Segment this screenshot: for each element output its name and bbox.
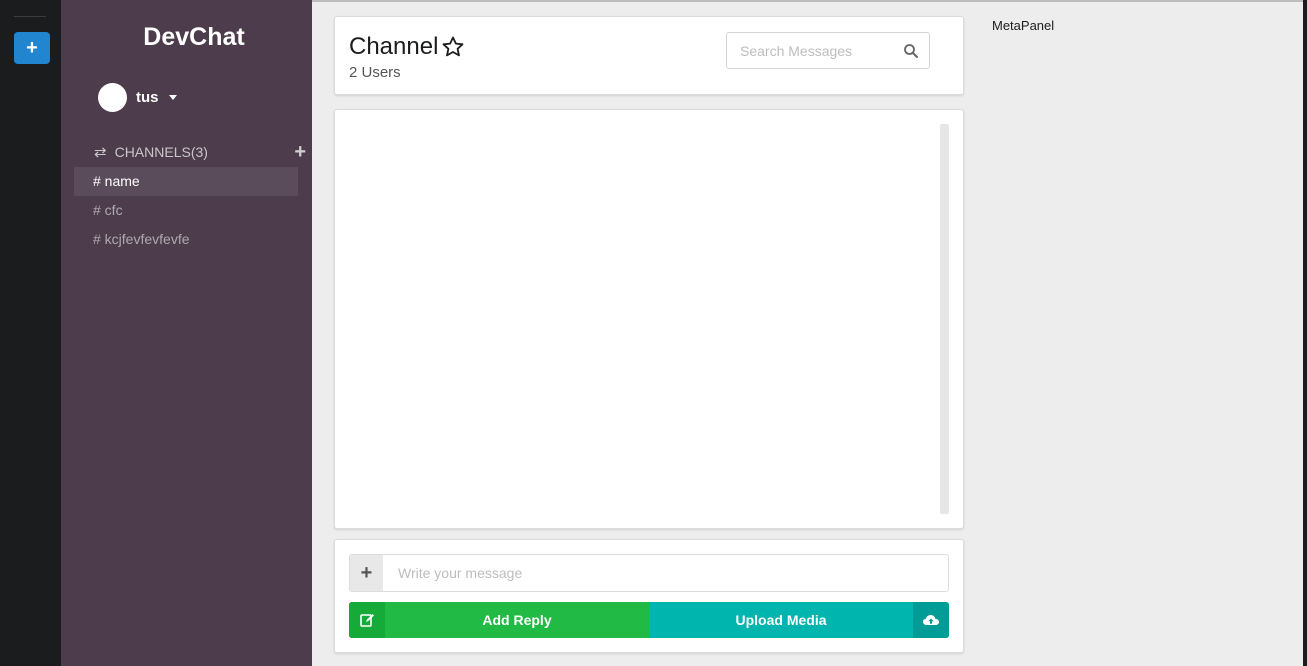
add-reply-button[interactable]: Add Reply	[349, 602, 649, 638]
add-color-button[interactable]: +	[14, 32, 50, 64]
color-rail: +	[0, 0, 61, 666]
channel-list: # name # cfc # kcjfevfevfevfe	[74, 167, 298, 254]
add-attachment-icon[interactable]: +	[350, 555, 383, 591]
channel-item-cfc[interactable]: # cfc	[74, 196, 298, 225]
user-name: tus	[136, 89, 159, 106]
user-dropdown[interactable]: tus	[98, 83, 177, 112]
search-icon[interactable]	[903, 43, 919, 59]
channel-item-kcjfevfevfevfe[interactable]: # kcjfevfevfevfe	[74, 225, 298, 254]
cloud-upload-icon	[913, 602, 949, 638]
channel-title: Channel	[349, 33, 465, 61]
avatar	[98, 83, 127, 112]
right-edge	[1303, 0, 1307, 666]
meta-panel: MetaPanel	[992, 18, 1055, 33]
app-brand: DevChat	[143, 23, 245, 51]
add-reply-label: Add Reply	[482, 612, 552, 628]
channels-header-label: CHANNELS(3)	[114, 144, 208, 160]
search-box	[726, 32, 930, 69]
channel-title-text: Channel	[349, 33, 439, 60]
sidebar: DevChat tus ⇄ CHANNELS(3) + # name # cfc…	[61, 0, 312, 666]
messages-scrollbar[interactable]	[940, 124, 949, 514]
search-input[interactable]	[740, 42, 890, 59]
caret-down-icon	[168, 95, 177, 100]
exchange-icon: ⇄	[94, 144, 107, 161]
form-buttons: Add Reply Upload Media	[349, 602, 949, 638]
edit-icon	[349, 602, 385, 638]
messages-header: Channel 2 Users	[334, 16, 964, 95]
channel-item-name[interactable]: # name	[74, 167, 298, 196]
messages-panel	[334, 109, 964, 529]
star-icon[interactable]	[441, 35, 465, 59]
upload-media-label: Upload Media	[735, 612, 827, 628]
message-input-row: +	[349, 554, 949, 592]
upload-media-button[interactable]: Upload Media	[649, 602, 949, 638]
message-form: + Add Reply Upload Media	[334, 539, 964, 653]
add-channel-icon[interactable]: +	[294, 142, 306, 162]
message-input[interactable]	[383, 555, 948, 591]
rail-divider	[14, 16, 46, 17]
channels-header: ⇄ CHANNELS(3) +	[94, 142, 306, 162]
user-count: 2 Users	[349, 64, 401, 81]
